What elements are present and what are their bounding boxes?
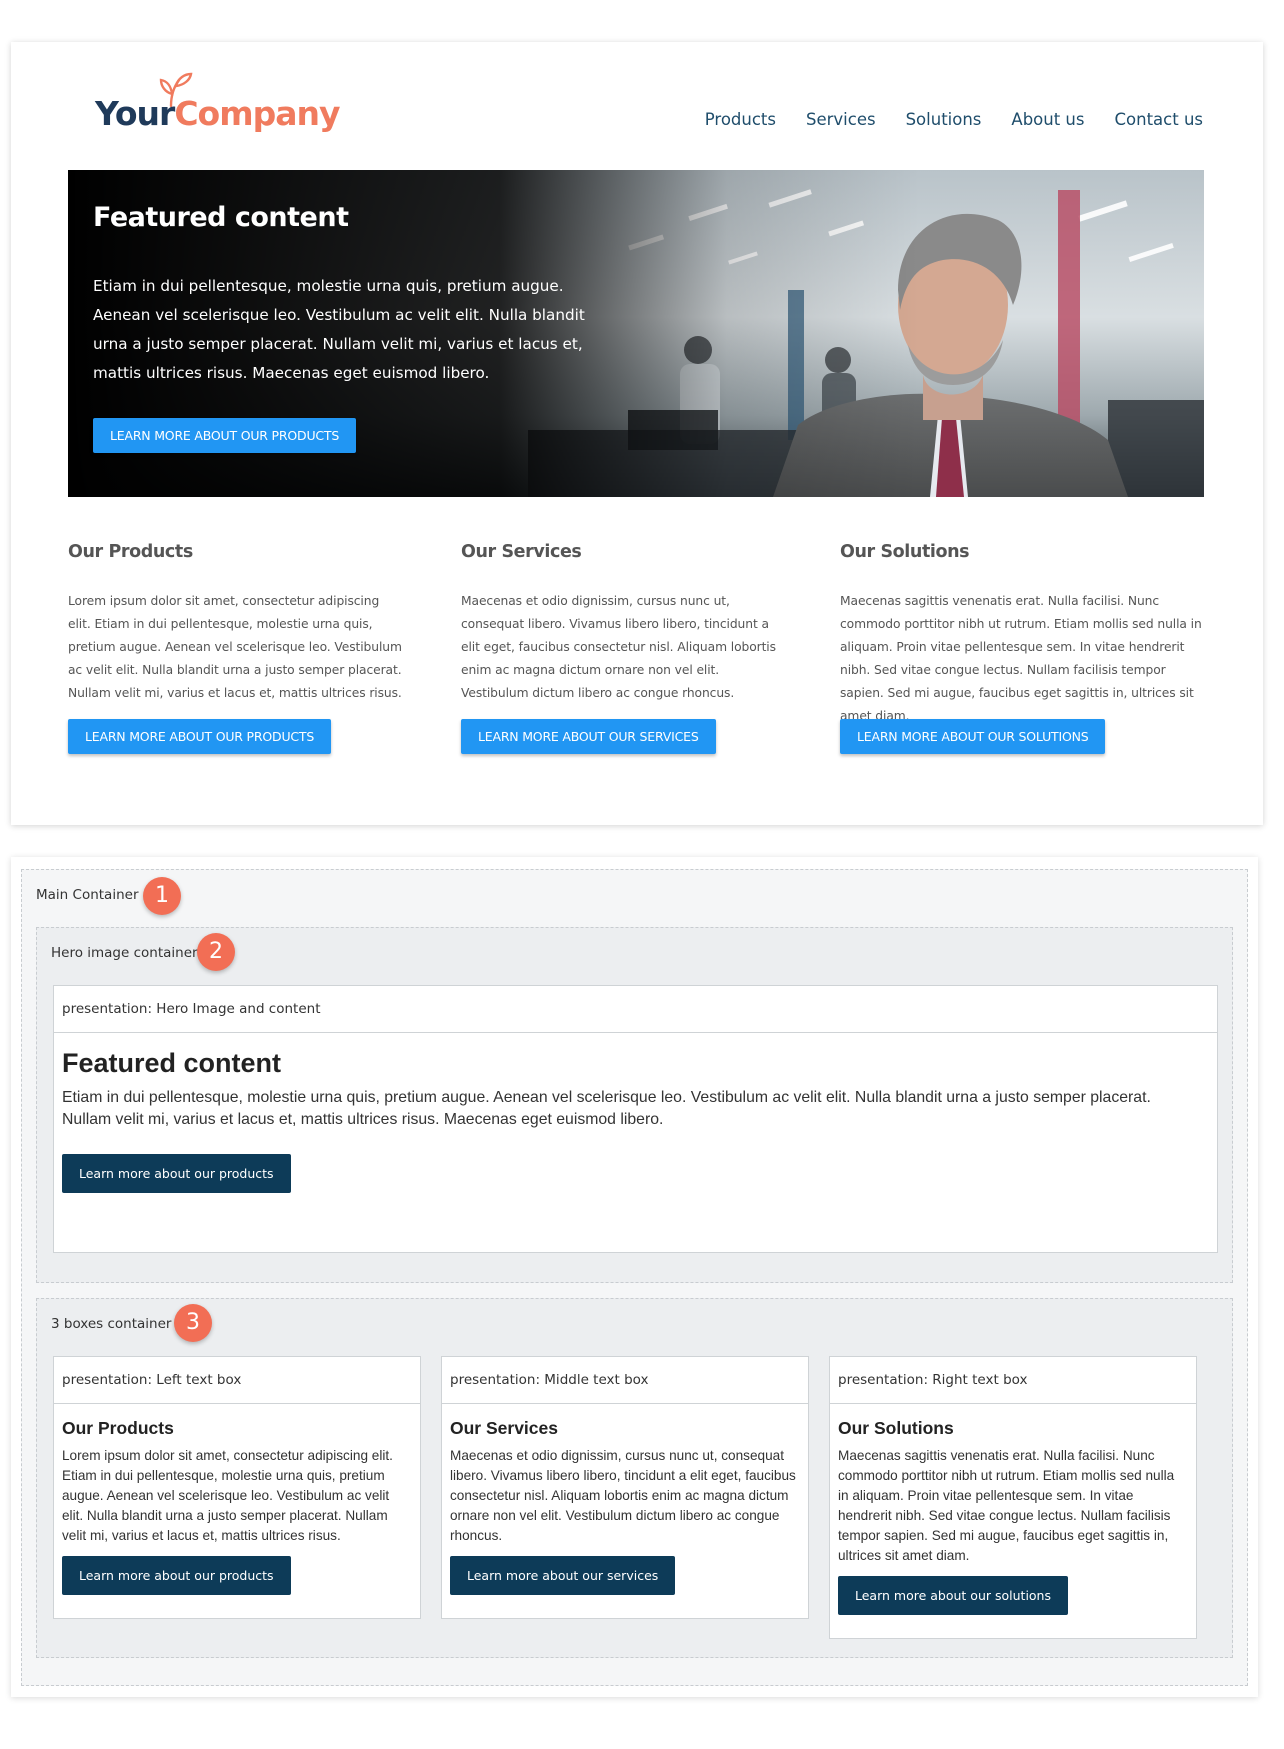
- presentation-header: presentation: Left text box: [54, 1357, 420, 1404]
- hero-banner: Featured content Etiam in dui pellentesq…: [68, 170, 1204, 497]
- column-products: Our Products Lorem ipsum dolor sit amet,…: [68, 542, 403, 754]
- column-services: Our Services Maecenas et odio dignissim,…: [461, 542, 786, 754]
- right-text-box: presentation: Right text box Our Solutio…: [829, 1356, 1197, 1639]
- website-preview: YourCompany Products Services Solutions …: [11, 42, 1263, 825]
- presentation-header: presentation: Middle text box: [442, 1357, 808, 1404]
- nav-about-us[interactable]: About us: [1011, 110, 1084, 129]
- boxes-container-label: 3 boxes container: [51, 1316, 172, 1332]
- badge-2: 2: [197, 933, 235, 971]
- three-boxes-container: 3 boxes container 3 presentation: Left t…: [36, 1298, 1233, 1658]
- hero-learn-more-button[interactable]: LEARN MORE ABOUT OUR PRODUCTS: [93, 418, 357, 453]
- column-title: Our Solutions: [840, 542, 970, 562]
- presentation-body: Our Solutions Maecenas sagittis venenati…: [830, 1404, 1196, 1623]
- learn-more-services-button[interactable]: LEARN MORE ABOUT OUR SERVICES: [461, 719, 716, 754]
- presentation-body: Our Services Maecenas et odio dignissim,…: [442, 1404, 808, 1603]
- presentation-header: presentation: Hero Image and content: [54, 986, 1217, 1033]
- column-text: Maecenas et odio dignissim, cursus nunc …: [461, 594, 776, 700]
- hero-image-container: Hero image container 2 presentation: Her…: [36, 927, 1233, 1283]
- learn-more-solutions-button[interactable]: LEARN MORE ABOUT OUR SOLUTIONS: [840, 719, 1106, 754]
- column-title: Our Products: [68, 542, 193, 562]
- box-text: Lorem ipsum dolor sit amet, consectetur …: [62, 1448, 393, 1543]
- logo-wordmark: YourCompany: [95, 94, 340, 133]
- middle-text-box: presentation: Middle text box Our Servic…: [441, 1356, 809, 1619]
- main-container-label: Main Container: [36, 887, 139, 903]
- three-columns: Our Products Lorem ipsum dolor sit amet,…: [68, 542, 1204, 802]
- hero-container-label: Hero image container: [51, 945, 198, 961]
- box-text: Maecenas et odio dignissim, cursus nunc …: [450, 1448, 796, 1543]
- column-title: Our Services: [461, 542, 582, 562]
- presentation-header: presentation: Right text box: [830, 1357, 1196, 1404]
- box-text: Maecenas sagittis venenatis erat. Nulla …: [838, 1448, 1175, 1563]
- nav-contact-us[interactable]: Contact us: [1115, 110, 1204, 129]
- wireframe-diagram: Main Container 1 Hero image container 2 …: [11, 857, 1258, 1697]
- presentation-body: Our Products Lorem ipsum dolor sit amet,…: [54, 1404, 420, 1603]
- learn-more-services-button[interactable]: Learn more about our services: [450, 1556, 676, 1595]
- box-title: Our Products: [62, 1418, 174, 1438]
- presentation-body: Featured content Etiam in dui pellentesq…: [54, 1033, 1217, 1201]
- box-title: Our Solutions: [838, 1418, 954, 1438]
- company-logo[interactable]: YourCompany: [83, 70, 343, 140]
- learn-more-products-button[interactable]: LEARN MORE ABOUT OUR PRODUCTS: [68, 719, 332, 754]
- learn-more-solutions-button[interactable]: Learn more about our solutions: [838, 1576, 1068, 1615]
- nav-solutions[interactable]: Solutions: [906, 110, 982, 129]
- column-text: Lorem ipsum dolor sit amet, consectetur …: [68, 594, 402, 700]
- column-text: Maecenas sagittis venenatis erat. Nulla …: [840, 594, 1202, 723]
- learn-more-products-button[interactable]: Learn more about our products: [62, 1556, 291, 1595]
- hero-text: Etiam in dui pellentesque, molestie urna…: [62, 1089, 1151, 1128]
- box-title: Our Services: [450, 1418, 558, 1438]
- nav-products[interactable]: Products: [705, 110, 776, 129]
- hero-learn-more-button[interactable]: Learn more about our products: [62, 1154, 291, 1193]
- main-nav: Products Services Solutions About us Con…: [705, 110, 1203, 129]
- nav-services[interactable]: Services: [806, 110, 876, 129]
- column-solutions: Our Solutions Maecenas sagittis venenati…: [840, 542, 1205, 754]
- hero-title: Featured content: [62, 1048, 282, 1078]
- badge-1: 1: [143, 877, 181, 915]
- badge-3: 3: [174, 1304, 212, 1342]
- main-container: Main Container 1 Hero image container 2 …: [21, 869, 1248, 1686]
- hero-title: Featured content: [93, 202, 349, 233]
- hero-presentation-box: presentation: Hero Image and content Fea…: [53, 985, 1218, 1253]
- hero-text: Etiam in dui pellentesque, molestie urna…: [93, 277, 585, 382]
- left-text-box: presentation: Left text box Our Products…: [53, 1356, 421, 1619]
